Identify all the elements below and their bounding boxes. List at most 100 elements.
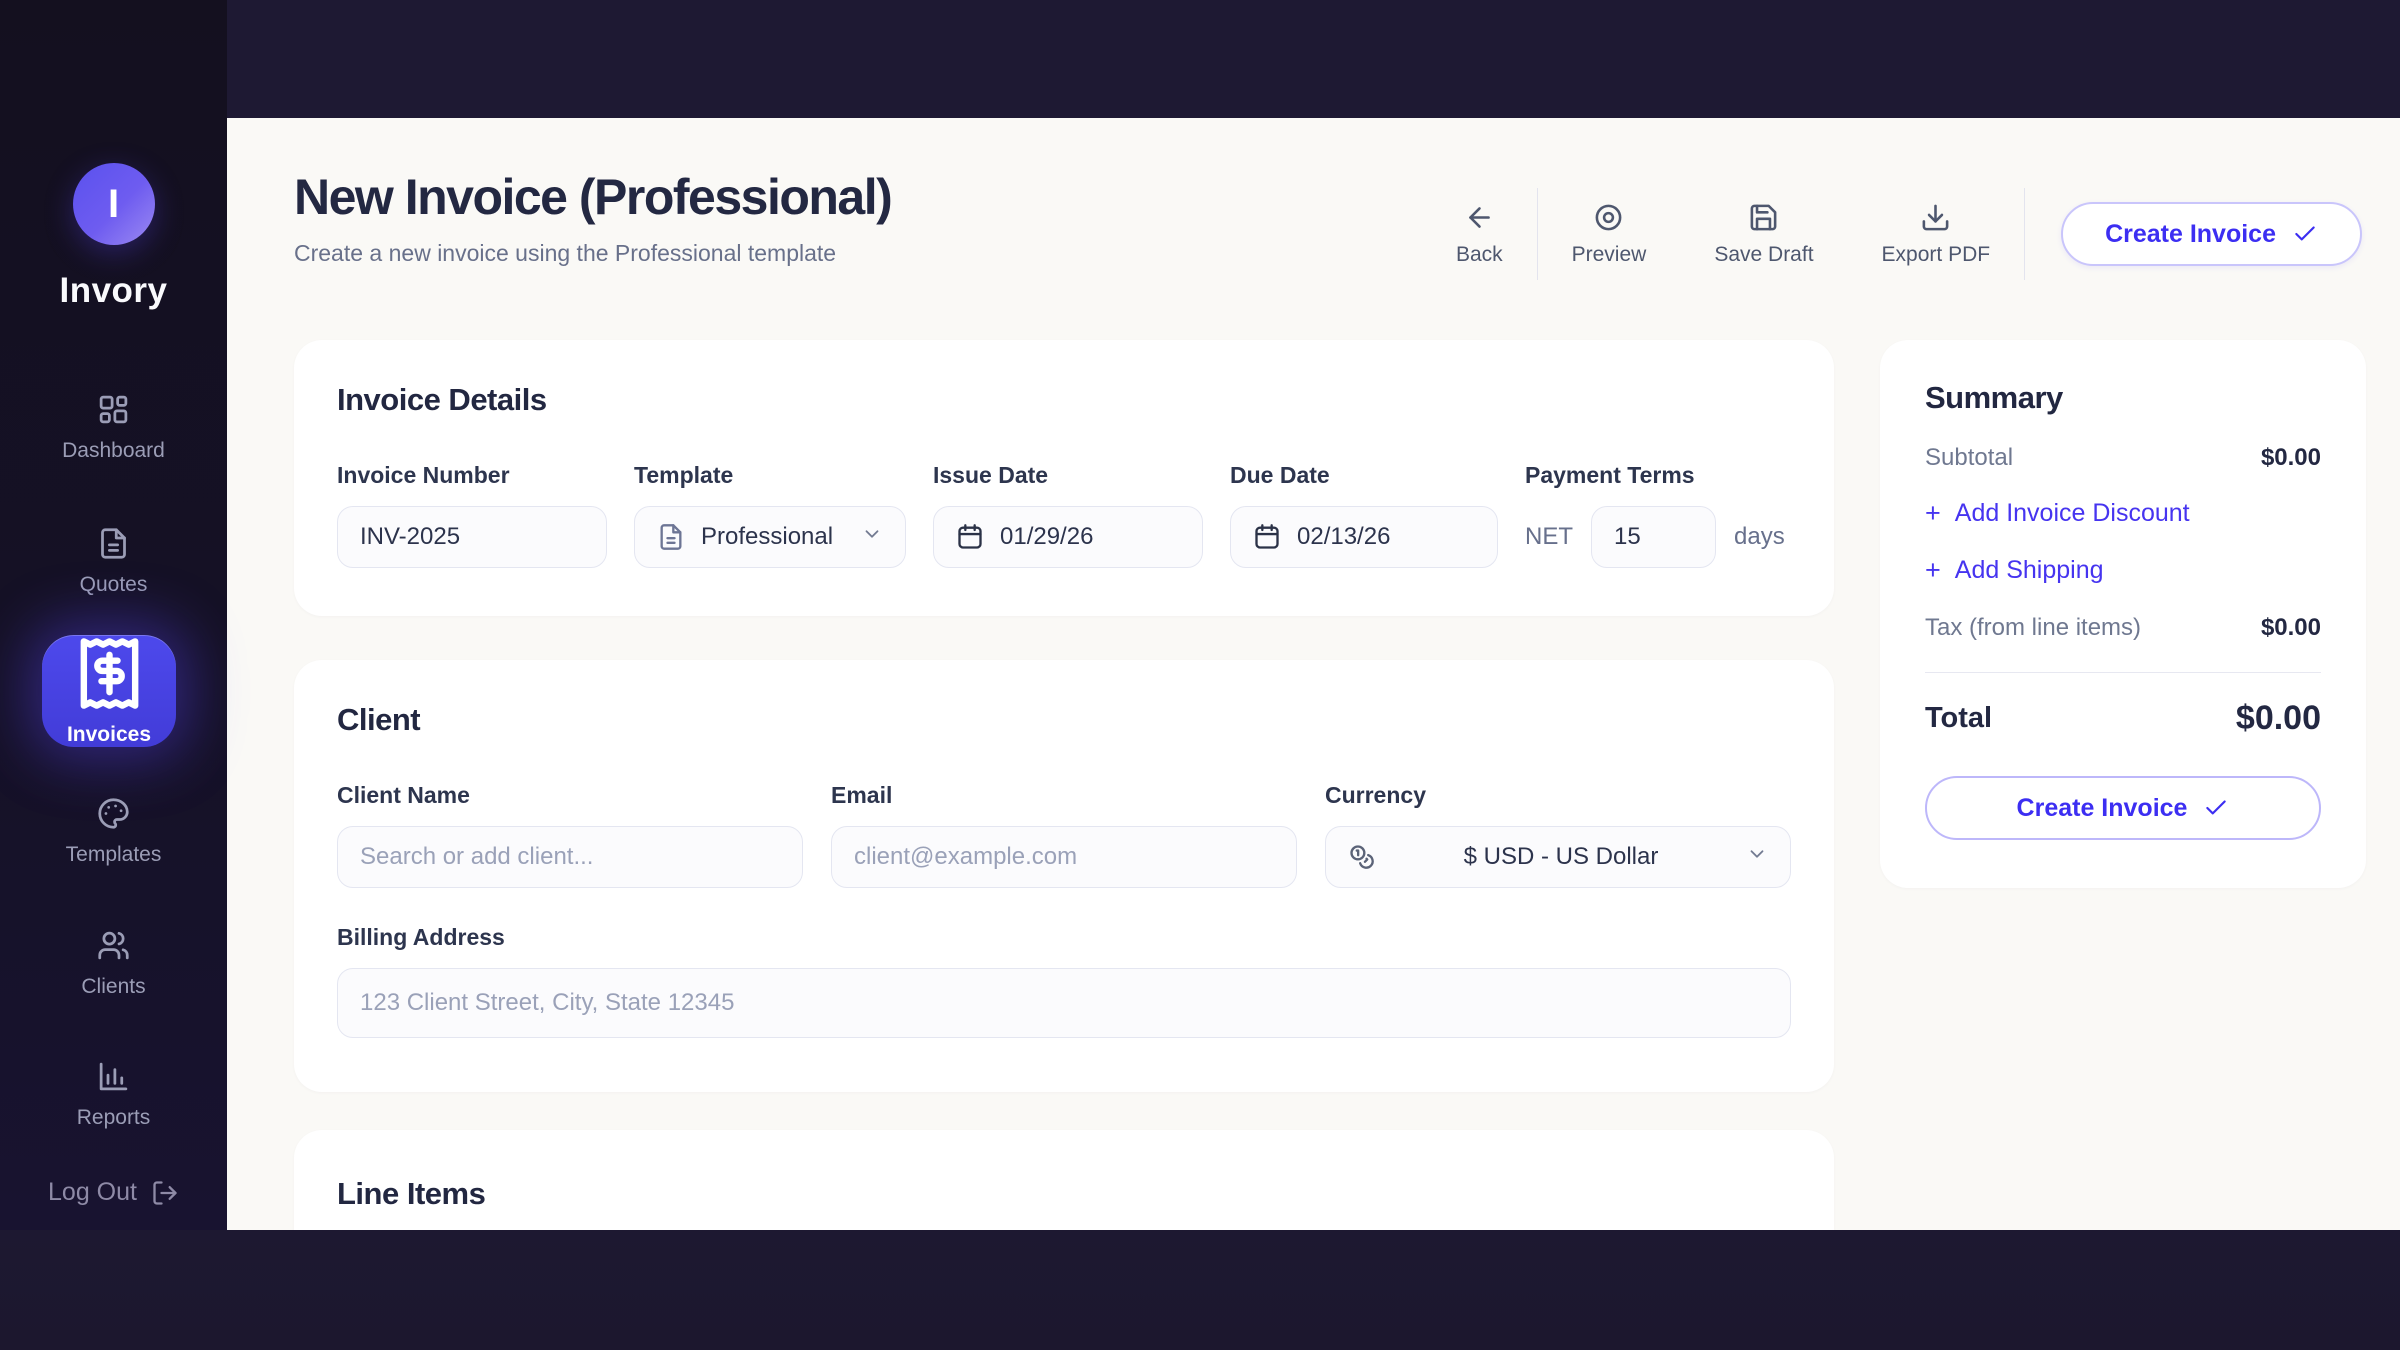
due-date-picker[interactable]: 02/13/26 bbox=[1230, 506, 1498, 568]
issue-date-picker[interactable]: 01/29/26 bbox=[933, 506, 1203, 568]
logout-label: Log Out bbox=[48, 1178, 137, 1207]
sidebar-item-clients[interactable]: Clients bbox=[0, 929, 227, 999]
header-toolbar: Back Preview Save Draft Export PDF Creat… bbox=[1422, 188, 2362, 280]
due-date-field: Due Date 02/13/26 bbox=[1230, 462, 1498, 568]
back-button[interactable]: Back bbox=[1422, 202, 1537, 267]
create-invoice-label: Create Invoice bbox=[2017, 794, 2188, 823]
sidebar-item-dashboard[interactable]: Dashboard bbox=[0, 393, 227, 463]
payment-terms-label: Payment Terms bbox=[1525, 462, 1785, 489]
brand[interactable]: I Invory bbox=[0, 163, 227, 311]
due-date-value: 02/13/26 bbox=[1297, 523, 1390, 551]
total-label: Total bbox=[1925, 702, 1992, 735]
summary-card: Summary Subtotal $0.00 + Add Invoice Dis… bbox=[1880, 340, 2366, 888]
main-panel: New Invoice (Professional) Create a new … bbox=[227, 118, 2400, 1230]
client-email-input[interactable] bbox=[854, 843, 1274, 871]
palette-icon bbox=[97, 797, 130, 830]
bottom-dark-band bbox=[0, 1230, 2400, 1350]
save-draft-label: Save Draft bbox=[1714, 243, 1813, 267]
create-invoice-button-header[interactable]: Create Invoice bbox=[2061, 202, 2362, 266]
billing-address-input-wrap bbox=[337, 968, 1791, 1038]
payment-terms-field: Payment Terms NET days bbox=[1525, 462, 1785, 568]
client-name-input-wrap bbox=[337, 826, 803, 888]
client-card: Client Client Name Email Currency bbox=[294, 660, 1834, 1092]
create-invoice-button-summary[interactable]: Create Invoice bbox=[1925, 776, 2321, 840]
chevron-down-icon bbox=[1746, 843, 1768, 872]
sidebar-item-label: Templates bbox=[66, 843, 162, 867]
create-invoice-label: Create Invoice bbox=[2105, 220, 2276, 249]
preview-label: Preview bbox=[1572, 243, 1647, 267]
client-name-input[interactable] bbox=[360, 843, 780, 871]
file-icon bbox=[657, 523, 685, 551]
add-shipping-label: Add Shipping bbox=[1955, 556, 2104, 585]
total-value: $0.00 bbox=[2236, 699, 2321, 738]
arrow-left-icon bbox=[1464, 202, 1495, 233]
sidebar-item-templates[interactable]: Templates bbox=[0, 797, 227, 867]
sidebar-item-reports[interactable]: Reports bbox=[0, 1060, 227, 1130]
invoice-number-field: Invoice Number bbox=[337, 462, 607, 568]
sidebar-item-quotes[interactable]: Quotes bbox=[0, 527, 227, 597]
payment-terms-input[interactable] bbox=[1614, 523, 1693, 551]
invoice-details-fields: Invoice Number Template Professional Iss… bbox=[337, 462, 1791, 568]
client-heading: Client bbox=[337, 702, 1791, 738]
subtotal-value: $0.00 bbox=[2261, 444, 2321, 472]
page-title: New Invoice (Professional) bbox=[294, 168, 891, 226]
brand-name: Invory bbox=[59, 271, 167, 311]
currency-select[interactable]: $ USD - US Dollar bbox=[1325, 826, 1791, 888]
save-draft-button[interactable]: Save Draft bbox=[1680, 202, 1847, 267]
logout-button[interactable]: Log Out bbox=[0, 1178, 227, 1207]
client-email-input-wrap bbox=[831, 826, 1297, 888]
invoice-details-heading: Invoice Details bbox=[337, 382, 1791, 418]
back-label: Back bbox=[1456, 243, 1503, 267]
preview-button[interactable]: Preview bbox=[1538, 202, 1681, 267]
template-field: Template Professional bbox=[634, 462, 906, 568]
issue-date-label: Issue Date bbox=[933, 462, 1203, 489]
tax-value: $0.00 bbox=[2261, 614, 2321, 642]
toolbar-divider bbox=[2024, 188, 2025, 280]
client-email-label: Email bbox=[831, 782, 1297, 809]
plus-icon: + bbox=[1925, 498, 1941, 529]
line-items-card: Line Items bbox=[294, 1130, 1834, 1230]
app-logo: I bbox=[73, 163, 155, 245]
sidebar-item-label: Dashboard bbox=[62, 439, 165, 463]
sidebar-item-invoices[interactable]: Invoices bbox=[42, 635, 176, 747]
payment-terms-controls: NET days bbox=[1525, 506, 1785, 568]
billing-address-input[interactable] bbox=[360, 989, 1768, 1017]
page-subtitle: Create a new invoice using the Professio… bbox=[294, 240, 836, 267]
chevron-down-icon bbox=[861, 523, 883, 552]
sidebar: I Invory Dashboard Quotes Invoices Templ… bbox=[0, 0, 227, 1230]
plus-icon: + bbox=[1925, 555, 1941, 586]
invoice-number-label: Invoice Number bbox=[337, 462, 607, 489]
top-dark-band bbox=[227, 0, 2400, 118]
add-discount-link[interactable]: + Add Invoice Discount bbox=[1925, 498, 2321, 529]
save-icon bbox=[1748, 202, 1779, 233]
sidebar-item-label: Quotes bbox=[80, 573, 148, 597]
users-icon bbox=[97, 929, 130, 962]
line-items-heading: Line Items bbox=[337, 1176, 1791, 1212]
tax-label: Tax (from line items) bbox=[1925, 614, 2141, 642]
template-value: Professional bbox=[701, 523, 833, 551]
calendar-icon bbox=[956, 523, 984, 551]
add-shipping-link[interactable]: + Add Shipping bbox=[1925, 555, 2321, 586]
billing-address-field: Billing Address bbox=[337, 924, 1791, 1038]
summary-heading: Summary bbox=[1925, 380, 2321, 416]
sidebar-item-label: Reports bbox=[77, 1106, 151, 1130]
issue-date-field: Issue Date 01/29/26 bbox=[933, 462, 1203, 568]
client-name-label: Client Name bbox=[337, 782, 803, 809]
net-prefix: NET bbox=[1525, 523, 1573, 551]
receipt-icon bbox=[71, 635, 148, 712]
invoice-number-input[interactable] bbox=[360, 523, 584, 551]
currency-field: Currency $ USD - US Dollar bbox=[1325, 782, 1791, 888]
issue-date-value: 01/29/26 bbox=[1000, 523, 1093, 551]
summary-divider bbox=[1925, 672, 2321, 673]
tax-row: Tax (from line items) $0.00 bbox=[1925, 614, 2321, 642]
template-label: Template bbox=[634, 462, 906, 489]
export-pdf-button[interactable]: Export PDF bbox=[1848, 202, 2025, 267]
billing-address-label: Billing Address bbox=[337, 924, 1791, 951]
check-icon bbox=[2292, 221, 2318, 247]
bar-chart-icon bbox=[97, 1060, 130, 1093]
subtotal-row: Subtotal $0.00 bbox=[1925, 444, 2321, 472]
check-icon bbox=[2203, 795, 2229, 821]
template-select[interactable]: Professional bbox=[634, 506, 906, 568]
download-icon bbox=[1920, 202, 1951, 233]
total-row: Total $0.00 bbox=[1925, 699, 2321, 738]
